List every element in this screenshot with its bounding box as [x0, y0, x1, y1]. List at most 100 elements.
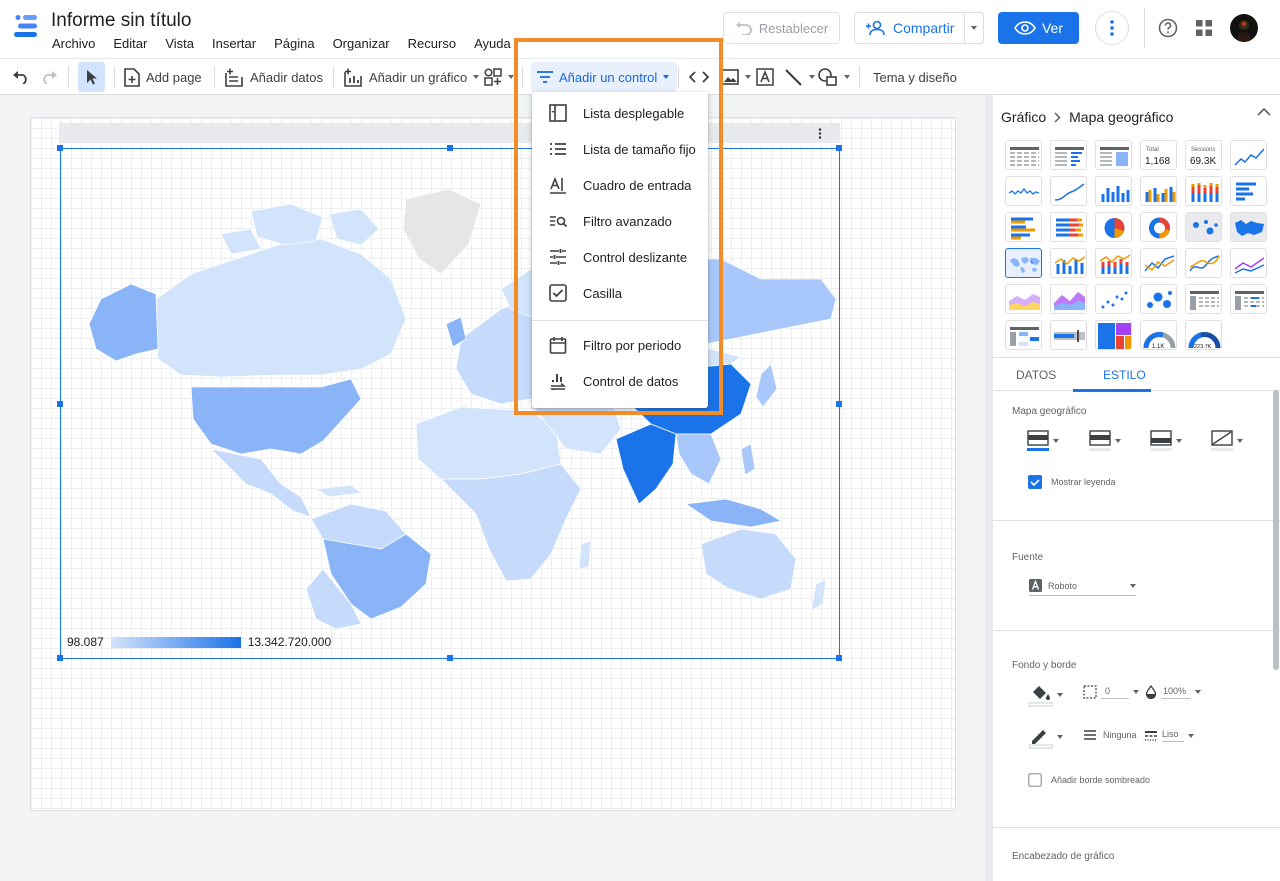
- menu-ayuda[interactable]: Ayuda: [465, 36, 520, 51]
- menu-pagina[interactable]: Página: [265, 36, 323, 51]
- chart-type-area-lines[interactable]: [1230, 248, 1267, 278]
- chart-type-column[interactable]: [1095, 176, 1132, 206]
- chart-type-table-bars[interactable]: [1050, 140, 1087, 170]
- chart-type-stacked-combo[interactable]: [1095, 248, 1132, 278]
- help-icon[interactable]: [1158, 18, 1178, 38]
- panel-scrollbar[interactable]: [1273, 390, 1279, 670]
- font-family-select[interactable]: Roboto: [1029, 576, 1136, 596]
- border-style-select[interactable]: Liso: [1144, 729, 1194, 742]
- max-color-button[interactable]: [1027, 430, 1059, 452]
- panel-splitter[interactable]: [985, 95, 993, 881]
- theme-layout-button[interactable]: Tema y diseño: [873, 59, 957, 95]
- chart-type-sparkline[interactable]: [1005, 176, 1042, 206]
- menu-vista[interactable]: Vista: [156, 36, 203, 51]
- chart-type-pie[interactable]: [1095, 212, 1132, 242]
- border-radius-select[interactable]: 0: [1083, 685, 1139, 699]
- chart-type-stacked-column[interactable]: [1185, 176, 1222, 206]
- chart-type-timeseries[interactable]: [1230, 140, 1267, 170]
- menu-insertar[interactable]: Insertar: [203, 36, 265, 51]
- min-color-button[interactable]: [1150, 430, 1182, 452]
- select-tool-button[interactable]: [78, 62, 105, 92]
- menu-item-dropdown-list[interactable]: Lista desplegable: [532, 95, 708, 131]
- image-button[interactable]: [721, 59, 751, 95]
- view-button[interactable]: Ver: [998, 12, 1079, 44]
- shape-button[interactable]: [818, 59, 850, 95]
- reset-button[interactable]: Restablecer: [723, 12, 840, 44]
- add-data-button[interactable]: Añadir datos: [225, 59, 323, 95]
- chart-type-table-heatmap[interactable]: [1095, 140, 1132, 170]
- chart-type-pivot-bars[interactable]: [1230, 284, 1267, 314]
- chart-type-stacked-bar[interactable]: [1050, 212, 1087, 242]
- redo-button[interactable]: [40, 59, 58, 95]
- chart-type-scorecard[interactable]: Total 1,168: [1140, 140, 1177, 170]
- menu-organizar[interactable]: Organizar: [324, 36, 399, 51]
- chart-type-google-maps-bubble[interactable]: [1185, 212, 1222, 242]
- menu-item-slider[interactable]: Control deslizante: [532, 239, 708, 275]
- chart-type-smoothed-multi[interactable]: [1185, 248, 1222, 278]
- avatar[interactable]: [1230, 14, 1258, 42]
- chart-type-stacked-area[interactable]: [1050, 284, 1087, 314]
- resize-handle[interactable]: [57, 401, 63, 407]
- chart-type-area[interactable]: [1005, 284, 1042, 314]
- mid-color-button[interactable]: [1089, 430, 1121, 452]
- resize-handle[interactable]: [447, 655, 453, 661]
- apps-grid-icon[interactable]: [1196, 20, 1212, 36]
- report-title[interactable]: Informe sin título: [51, 10, 191, 32]
- chart-type-table[interactable]: [1005, 140, 1042, 170]
- chart-type-treemap[interactable]: [1095, 320, 1132, 350]
- menu-item-advanced-filter[interactable]: Filtro avanzado: [532, 203, 708, 239]
- chart-type-bubble[interactable]: [1140, 284, 1177, 314]
- resize-handle[interactable]: [447, 145, 453, 151]
- chart-type-grouped-bar[interactable]: [1005, 212, 1042, 242]
- no-data-color-button[interactable]: [1211, 430, 1243, 452]
- add-control-button[interactable]: Añadir un control: [531, 62, 678, 92]
- community-visualizations-button[interactable]: [484, 59, 514, 95]
- menu-recurso[interactable]: Recurso: [399, 36, 465, 51]
- breadcrumb-root[interactable]: Gráfico: [1001, 109, 1046, 125]
- resize-handle[interactable]: [57, 145, 63, 151]
- show-legend-checkbox[interactable]: Mostrar leyenda: [1028, 475, 1116, 489]
- chart-more-vert-icon[interactable]: [818, 128, 822, 139]
- chart-type-gauge[interactable]: 1.1K: [1140, 320, 1177, 350]
- menu-editar[interactable]: Editar: [104, 36, 156, 51]
- chart-type-scatter[interactable]: [1095, 284, 1132, 314]
- chart-type-line[interactable]: [1140, 248, 1177, 278]
- chart-type-scorecard-compact[interactable]: Sessions 69.3K: [1185, 140, 1222, 170]
- background-color-button[interactable]: [1029, 683, 1063, 707]
- chart-type-bar[interactable]: [1230, 176, 1267, 206]
- menu-item-data-control[interactable]: Control de datos: [532, 363, 708, 399]
- resize-handle[interactable]: [836, 655, 842, 661]
- menu-item-checkbox[interactable]: Casilla: [532, 275, 708, 311]
- chart-type-pivot[interactable]: [1185, 284, 1222, 314]
- more-options-button[interactable]: [1095, 11, 1129, 45]
- line-button[interactable]: [785, 59, 815, 95]
- tab-estilo[interactable]: ESTILO: [1103, 358, 1146, 392]
- add-page-button[interactable]: Add page: [124, 59, 202, 95]
- text-button[interactable]: [756, 59, 774, 95]
- chart-type-grouped-column[interactable]: [1140, 176, 1177, 206]
- add-chart-button[interactable]: Añadir un gráfico: [344, 59, 480, 95]
- resize-handle[interactable]: [836, 145, 842, 151]
- report-page[interactable]: 98.087 13.342.720.000: [30, 117, 956, 811]
- tab-datos[interactable]: DATOS: [1016, 358, 1056, 392]
- collapse-panel-button[interactable]: [1257, 107, 1271, 116]
- chart-type-combo[interactable]: [1050, 248, 1087, 278]
- chart-type-gauge-ranges[interactable]: 223.7K: [1185, 320, 1222, 350]
- resize-handle[interactable]: [57, 655, 63, 661]
- menu-item-fixed-list[interactable]: Lista de tamaño fijo: [532, 131, 708, 167]
- data-studio-logo-icon[interactable]: [14, 14, 38, 38]
- chart-type-google-maps-filled[interactable]: [1230, 212, 1267, 242]
- resize-handle[interactable]: [836, 401, 842, 407]
- chart-type-pivot-heatmap[interactable]: [1005, 320, 1042, 350]
- chart-type-donut[interactable]: [1140, 212, 1177, 242]
- undo-button[interactable]: [12, 59, 30, 95]
- embed-url-button[interactable]: [689, 59, 709, 95]
- geo-chart[interactable]: 98.087 13.342.720.000: [57, 145, 842, 661]
- chart-type-geo-map[interactable]: [1005, 248, 1042, 278]
- menu-item-input-box[interactable]: Cuadro de entrada: [532, 167, 708, 203]
- share-button[interactable]: Compartir: [854, 12, 984, 44]
- share-options-dropdown[interactable]: [965, 26, 983, 30]
- border-color-button[interactable]: [1029, 725, 1063, 749]
- menu-archivo[interactable]: Archivo: [43, 36, 104, 51]
- border-weight-select[interactable]: Ninguna: [1083, 729, 1137, 741]
